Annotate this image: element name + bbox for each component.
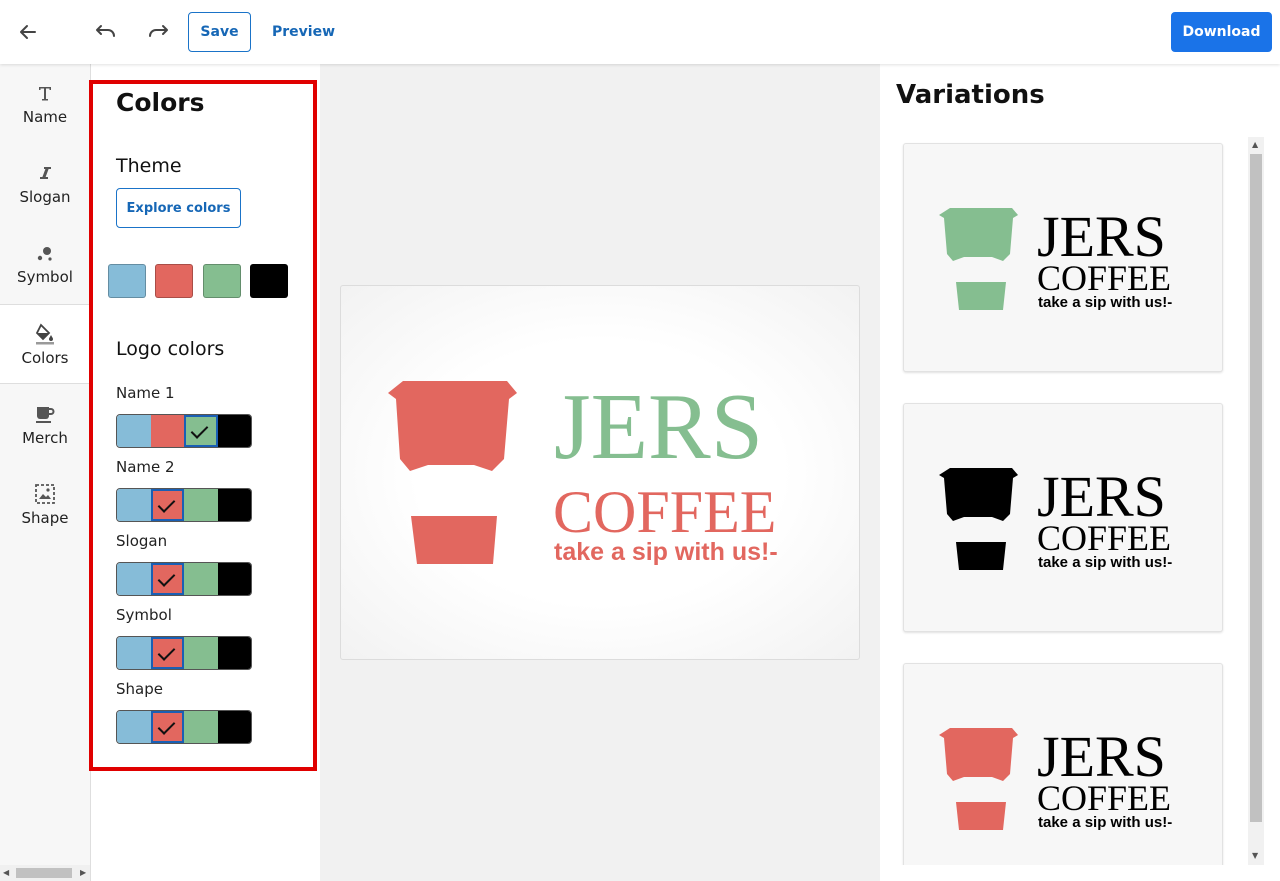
color-option[interactable] (150, 489, 184, 521)
color-option[interactable] (150, 711, 184, 743)
paint-bucket-icon (34, 323, 56, 345)
color-option[interactable] (184, 711, 218, 743)
variation-card[interactable]: JERS COFFEE take a sip with us!- (903, 663, 1223, 881)
color-option[interactable] (150, 563, 184, 595)
top-toolbar: Save Preview Download (0, 0, 1280, 64)
bubbles-icon (34, 242, 56, 264)
color-option[interactable] (150, 415, 184, 447)
undo-icon[interactable] (92, 18, 120, 46)
sidebar-item-symbol[interactable]: Symbol (0, 224, 90, 304)
color-picker-shape (116, 710, 252, 744)
logo-color-label: Symbol (116, 606, 172, 624)
color-option[interactable] (184, 489, 218, 521)
color-option[interactable] (217, 489, 251, 521)
scroll-right-icon[interactable]: ▶ (80, 868, 86, 877)
mug-icon (34, 403, 56, 425)
sidebar-item-label: Colors (21, 349, 69, 367)
save-button[interactable]: Save (188, 12, 251, 52)
theme-swatch-blue[interactable] (108, 264, 146, 298)
color-option[interactable] (217, 563, 251, 595)
image-frame-icon (34, 483, 56, 505)
variations-footer (880, 865, 1280, 881)
color-option[interactable] (184, 637, 218, 669)
variation-card[interactable]: JERS COFFEE take a sip with us!- (903, 143, 1223, 372)
sidebar-nav: Name Slogan Symbol Colors Merch Shape (0, 64, 91, 881)
variation-name-2: COFFEE (1037, 258, 1171, 298)
color-option[interactable] (217, 415, 251, 447)
variations-scrollbar[interactable]: ▲ ▼ (1248, 137, 1264, 865)
variations-title: Variations (896, 80, 1045, 110)
color-option[interactable] (184, 415, 218, 447)
logo-colors-heading: Logo colors (116, 338, 225, 360)
logo-preview-card[interactable]: JERS COFFEE take a sip with us!- (340, 285, 860, 660)
sidebar-item-name[interactable]: Name (0, 64, 90, 144)
logo-preview: JERS COFFEE take a sip with us!- (388, 375, 778, 566)
color-option[interactable] (217, 637, 251, 669)
text-t-icon (34, 82, 56, 104)
cup-symbol (388, 381, 517, 564)
color-option[interactable] (117, 563, 151, 595)
explore-colors-button[interactable]: Explore colors (116, 188, 241, 228)
logo-name-2: COFFEE (553, 479, 776, 545)
color-picker-name-1 (116, 414, 252, 448)
logo-color-label: Name 2 (116, 458, 175, 476)
arrow-left-icon[interactable] (14, 18, 42, 46)
variation-slogan: take a sip with us!- (1038, 814, 1172, 831)
logo-color-label: Name 1 (116, 384, 175, 402)
cup-base-shape (411, 516, 497, 564)
download-button[interactable]: Download (1171, 12, 1272, 52)
color-option[interactable] (117, 637, 151, 669)
sidebar-item-label: Symbol (17, 268, 73, 286)
variation-logo: JERS COFFEE take a sip with us!- (939, 724, 1172, 831)
color-option[interactable] (184, 563, 218, 595)
sidebar-item-shape[interactable]: Shape (0, 465, 90, 545)
theme-swatch-red[interactable] (155, 264, 193, 298)
sidebar-item-label: Name (22, 108, 68, 126)
scroll-down-icon[interactable]: ▼ (1252, 851, 1258, 860)
sidebar-item-label: Shape (21, 509, 69, 527)
italic-i-icon (34, 162, 56, 184)
theme-swatch-green[interactable] (203, 264, 241, 298)
variation-slogan: take a sip with us!- (1038, 294, 1172, 311)
scrollbar-thumb[interactable] (1250, 154, 1262, 822)
scroll-up-icon[interactable]: ▲ (1252, 140, 1258, 149)
color-picker-name-2 (116, 488, 252, 522)
color-option[interactable] (150, 637, 184, 669)
sidebar-horizontal-scrollbar[interactable]: ◀ ▶ (0, 865, 90, 881)
theme-swatch-black[interactable] (250, 264, 288, 298)
color-option[interactable] (217, 711, 251, 743)
color-option[interactable] (117, 415, 151, 447)
sidebar-item-slogan[interactable]: Slogan (0, 144, 90, 224)
color-picker-symbol (116, 636, 252, 670)
logo-slogan: take a sip with us!- (554, 538, 778, 566)
variation-name-2: COFFEE (1037, 778, 1171, 818)
preview-button[interactable]: Preview (268, 12, 339, 52)
color-option[interactable] (117, 711, 151, 743)
panel-title: Colors (116, 88, 205, 117)
color-option[interactable] (117, 489, 151, 521)
scroll-left-icon[interactable]: ◀ (3, 868, 9, 877)
sidebar-item-label: Slogan (19, 188, 71, 206)
logo-color-label: Shape (116, 680, 163, 698)
sidebar-item-colors[interactable]: Colors (0, 304, 90, 384)
variation-slogan: take a sip with us!- (1038, 554, 1172, 571)
redo-icon[interactable] (144, 18, 172, 46)
color-picker-slogan (116, 562, 252, 596)
logo-color-label: Slogan (116, 532, 168, 550)
scrollbar-thumb[interactable] (16, 868, 72, 878)
logo-name-1: JERS (554, 375, 763, 479)
variation-logo: JERS COFFEE take a sip with us!- (939, 464, 1172, 571)
variation-name-2: COFFEE (1037, 518, 1171, 558)
cup-lid-shape (388, 381, 517, 471)
sidebar-item-label: Merch (22, 429, 68, 447)
theme-heading: Theme (116, 155, 182, 177)
variation-card[interactable]: JERS COFFEE take a sip with us!- (903, 403, 1223, 632)
sidebar-item-merch[interactable]: Merch (0, 385, 90, 465)
variation-logo: JERS COFFEE take a sip with us!- (939, 204, 1172, 311)
